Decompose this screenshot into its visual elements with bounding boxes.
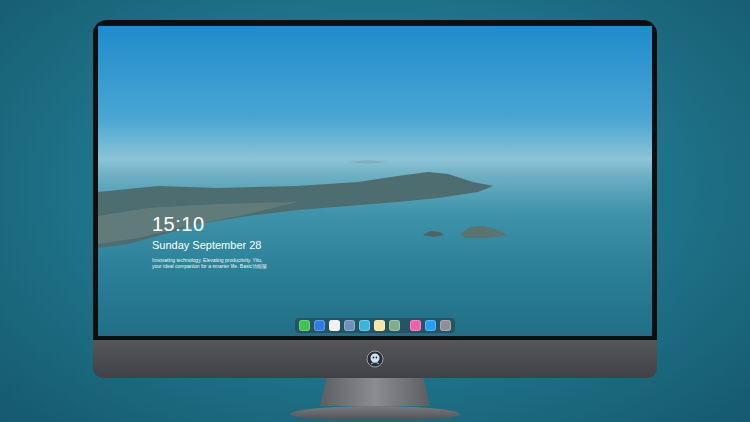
dock-group	[299, 320, 400, 331]
monitor-bezel: 15:10 Sunday September 28 Innovating techn…	[93, 20, 657, 340]
lock-info: 15:10 Sunday September 28 Innovating techn…	[98, 26, 652, 269]
monitor-stand-neck	[320, 378, 430, 406]
dock-app-icon[interactable]	[389, 320, 400, 331]
wallpaper-photo-icon	[98, 26, 652, 336]
dock-app-icon[interactable]	[440, 320, 451, 331]
dock-app-icon[interactable]	[329, 320, 340, 331]
dock-app-icon[interactable]	[425, 320, 436, 331]
tagline-line: your ideal companion for a smarter life.…	[152, 263, 652, 269]
clock: 15:10	[152, 212, 652, 236]
dock-app-icon[interactable]	[410, 320, 421, 331]
dock-app-icon[interactable]	[299, 320, 310, 331]
tagline-line: Innovating technology. Elevating product…	[152, 257, 652, 263]
page-background: 15:10 Sunday September 28 Innovating techn…	[0, 0, 750, 422]
dock	[295, 318, 455, 333]
date: Sunday September 28	[152, 238, 652, 252]
tagline: Innovating technology. Elevating product…	[152, 257, 652, 269]
lock-screen[interactable]: 15:10 Sunday September 28 Innovating techn…	[98, 26, 652, 336]
brand-logo-icon	[366, 350, 384, 368]
dock-app-icon[interactable]	[359, 320, 370, 331]
dock-app-icon[interactable]	[374, 320, 385, 331]
dock-app-icon[interactable]	[314, 320, 325, 331]
dock-app-icon[interactable]	[344, 320, 355, 331]
dock-group	[410, 320, 451, 331]
monitor-stand-base	[290, 406, 460, 420]
monitor-chin	[93, 340, 657, 378]
